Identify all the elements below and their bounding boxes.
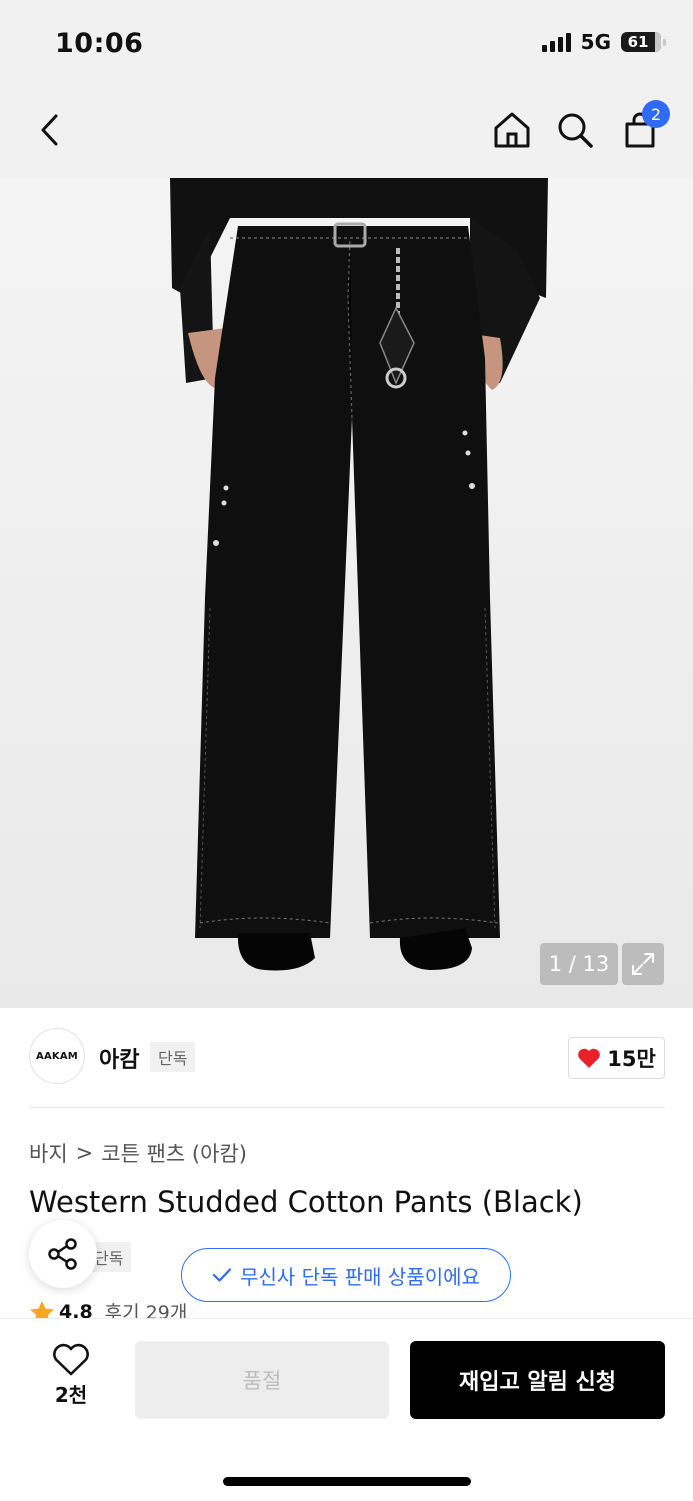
signal-icon bbox=[541, 32, 571, 52]
expand-button[interactable] bbox=[622, 943, 664, 985]
bottom-action-bar: 2천 품절 재입고 알림 신청 bbox=[0, 1318, 693, 1501]
cart-button[interactable]: 2 bbox=[616, 100, 670, 154]
product-image[interactable] bbox=[0, 178, 693, 1008]
status-bar: 10:06 5G 61 bbox=[0, 0, 693, 90]
status-time: 10:06 bbox=[55, 28, 144, 59]
product-photo bbox=[170, 178, 548, 971]
home-indicator[interactable] bbox=[223, 1477, 471, 1486]
heart-icon bbox=[578, 1048, 601, 1068]
image-counter: 1 / 13 bbox=[540, 943, 618, 985]
back-icon bbox=[41, 114, 58, 146]
battery-icon: 61 bbox=[621, 32, 666, 52]
heart-outline-icon bbox=[53, 1343, 89, 1376]
home-button[interactable] bbox=[488, 106, 536, 154]
breadcrumb-subcategory[interactable]: 코튼 팬츠 (아캄) bbox=[101, 1138, 247, 1168]
share-icon bbox=[48, 1238, 77, 1270]
top-nav: 2 bbox=[0, 90, 693, 178]
breadcrumb-separator: > bbox=[75, 1141, 94, 1165]
battery-level: 61 bbox=[627, 33, 649, 51]
back-button[interactable] bbox=[26, 106, 74, 154]
cart-count-badge: 2 bbox=[642, 100, 670, 128]
product-title: Western Studded Cotton Pants (Black) bbox=[29, 1185, 583, 1219]
breadcrumb-category[interactable]: 바지 bbox=[29, 1138, 68, 1168]
network-type: 5G bbox=[580, 30, 611, 54]
wishlist-count: 2천 bbox=[54, 1383, 88, 1407]
restock-alert-button[interactable]: 재입고 알림 신청 bbox=[410, 1341, 665, 1419]
search-icon bbox=[558, 113, 593, 148]
wishlist-button[interactable]: 2천 bbox=[40, 1343, 102, 1408]
brand-logo[interactable]: AAKAM bbox=[29, 1028, 85, 1084]
exclusive-tag: 단독 bbox=[150, 1042, 196, 1072]
home-icon bbox=[494, 112, 530, 148]
divider bbox=[29, 1107, 665, 1108]
brand-name[interactable]: 아캄 bbox=[99, 1042, 139, 1074]
brand-like-button[interactable]: 15만 bbox=[568, 1037, 665, 1079]
exclusive-toast: 무신사 단독 판매 상품이에요 bbox=[181, 1248, 511, 1302]
brand-row: AAKAM 아캄 단독 15만 bbox=[29, 1028, 665, 1086]
breadcrumb: 바지 > 코튼 팬츠 (아캄) bbox=[29, 1138, 247, 1168]
share-button[interactable] bbox=[29, 1220, 97, 1288]
toast-text: 무신사 단독 판매 상품이에요 bbox=[240, 1264, 480, 1289]
soldout-button[interactable]: 품절 bbox=[135, 1341, 389, 1419]
brand-like-count: 15만 bbox=[607, 1047, 656, 1071]
check-icon bbox=[212, 1268, 232, 1282]
search-button[interactable] bbox=[551, 106, 599, 154]
expand-icon bbox=[632, 953, 654, 975]
